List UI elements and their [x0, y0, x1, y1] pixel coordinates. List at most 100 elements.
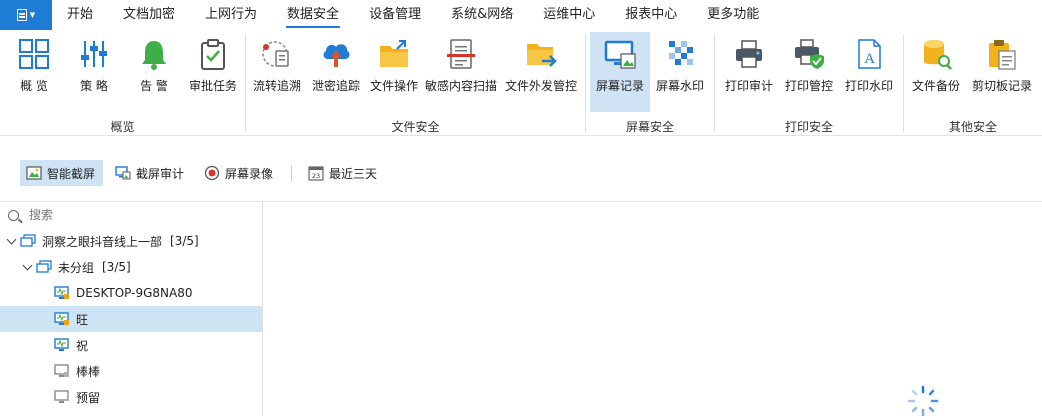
device-label: 旺: [76, 312, 89, 327]
menu-more-functions[interactable]: 更多功能: [692, 0, 774, 30]
policy-label: 策 略: [80, 79, 108, 93]
tree-device-item[interactable]: 棒棒: [0, 358, 262, 384]
group-label-file-security: 文件安全: [391, 120, 440, 134]
sensitive-scan-label: 敏感内容扫描: [424, 79, 497, 93]
overview-button[interactable]: 概 览: [10, 32, 58, 112]
smart-capture-label: 智能截屏: [47, 166, 96, 181]
group-label-other-security: 其他安全: [948, 120, 997, 134]
flow-trace-icon: [262, 41, 289, 67]
calendar-day-number: 23: [312, 172, 320, 180]
screen-watermark-button[interactable]: 屏幕水印: [652, 32, 708, 112]
app-menu-button[interactable]: ▼: [0, 0, 52, 30]
online-computer-icon: [54, 338, 69, 351]
database-search-icon: [924, 40, 952, 70]
svg-text:A: A: [864, 51, 875, 67]
screen-record-button[interactable]: 屏幕记录: [590, 32, 650, 112]
computer-group-icon: [36, 260, 52, 273]
group-label-print-security: 打印安全: [784, 120, 833, 134]
device-label: 祝: [76, 338, 89, 353]
print-audit-button[interactable]: 打印审计: [722, 32, 776, 112]
root-label: 洞察之眼抖音线上一部: [42, 234, 163, 249]
top-menu-bar: ▼ 开始 文档加密 上网行为 数据安全 设备管理 系统&网络 运维中心 报表中心…: [0, 0, 1042, 30]
alert-button[interactable]: 告 警: [130, 32, 178, 112]
root-count: [3/5]: [170, 234, 199, 248]
sensitive-scan-button[interactable]: 敏感内容扫描: [424, 32, 498, 112]
monitor-capture-icon: [115, 166, 131, 180]
tree-node-group[interactable]: 未分组 [3/5]: [0, 254, 262, 280]
chevron-down-icon[interactable]: [22, 262, 32, 272]
offline-computer-icon: [54, 390, 69, 403]
clipboard-record-button[interactable]: 剪切板记录: [970, 32, 1034, 112]
screen-video-button[interactable]: 屏幕录像: [198, 160, 281, 186]
screen-record-content: [264, 202, 1042, 416]
device-label: DESKTOP-9G8NA80: [76, 286, 193, 300]
flow-trace-button[interactable]: 流转追溯: [250, 32, 304, 112]
menu-device-management[interactable]: 设备管理: [354, 0, 436, 30]
menu-doc-encrypt[interactable]: 文档加密: [108, 0, 190, 30]
search-input[interactable]: [29, 208, 229, 222]
document-icon: [16, 9, 27, 21]
offline-computer-icon: [54, 364, 69, 377]
print-watermark-label: 打印水印: [844, 79, 893, 93]
caret-down-icon: ▼: [29, 11, 36, 19]
menu-data-security[interactable]: 数据安全: [272, 0, 354, 30]
online-computer-alert-icon: [54, 312, 69, 325]
menu-system-network[interactable]: 系统&网络: [436, 0, 528, 30]
group-label-screen-security: 屏幕安全: [625, 120, 674, 134]
alert-label: 告 警: [140, 79, 168, 93]
computer-group-icon: [20, 234, 36, 247]
bell-icon: [142, 41, 166, 70]
monitor-image-icon: [604, 40, 636, 69]
sliders-icon: [81, 41, 107, 67]
group-count: [3/5]: [102, 260, 131, 274]
menu-report-center[interactable]: 报表中心: [610, 0, 692, 30]
menu-start[interactable]: 开始: [52, 0, 108, 30]
policy-button[interactable]: 策 略: [70, 32, 118, 112]
screen-toolbar: 智能截屏 截屏审计 屏幕录像 23 最近三天: [0, 158, 1042, 188]
file-outbound-control-button[interactable]: 文件外发管控: [503, 32, 579, 112]
date-range-label: 最近三天: [329, 166, 378, 181]
device-tree-pane: 洞察之眼抖音线上一部 [3/5] 未分组 [3/5] DESKTOP-9G8NA…: [0, 202, 263, 416]
record-icon: [204, 165, 220, 181]
print-watermark-button[interactable]: A 打印水印: [842, 32, 896, 112]
device-label: 预留: [76, 390, 101, 405]
leak-trace-label: 泄密追踪: [311, 79, 360, 93]
menu-web-behavior[interactable]: 上网行为: [190, 0, 272, 30]
file-outbound-label: 文件外发管控: [504, 79, 577, 93]
clipboard-icon: [989, 40, 1016, 70]
leak-trace-button[interactable]: 泄密追踪: [309, 32, 363, 112]
flow-trace-label: 流转追溯: [252, 79, 301, 93]
cloud-upload-icon: [323, 44, 350, 67]
calendar-icon: 23: [308, 166, 324, 181]
printer-shield-icon: [795, 39, 824, 69]
file-backup-label: 文件备份: [911, 79, 960, 93]
tree-node-root[interactable]: 洞察之眼抖音线上一部 [3/5]: [0, 228, 262, 254]
image-icon: [26, 166, 42, 180]
date-range-button[interactable]: 23 最近三天: [302, 160, 385, 186]
file-backup-button[interactable]: 文件备份: [909, 32, 963, 112]
chevron-down-icon[interactable]: [6, 236, 16, 246]
file-operation-button[interactable]: 文件操作: [367, 32, 421, 112]
smart-capture-button[interactable]: 智能截屏: [20, 160, 104, 186]
print-control-button[interactable]: 打印管控: [782, 32, 836, 112]
overview-label: 概 览: [20, 79, 48, 93]
tree-device-item[interactable]: DESKTOP-9G8NA80: [0, 280, 262, 306]
capture-audit-label: 截屏审计: [136, 166, 185, 181]
search-icon: [8, 209, 19, 221]
document-scan-icon: [447, 39, 475, 69]
screen-record-label: 屏幕记录: [595, 79, 644, 93]
loading-spinner-icon: [907, 385, 939, 416]
tree-device-item-selected[interactable]: 旺: [0, 306, 262, 332]
menu-ops-center[interactable]: 运维中心: [528, 0, 610, 30]
print-audit-label: 打印审计: [724, 79, 773, 93]
clipboard-record-label: 剪切板记录: [971, 79, 1032, 93]
group-label: 未分组: [58, 260, 95, 275]
tree-device-item[interactable]: 预留: [0, 384, 262, 410]
printer-icon: [736, 40, 762, 68]
online-computer-alert-icon: [54, 286, 69, 299]
capture-audit-button[interactable]: 截屏审计: [109, 160, 192, 186]
tree-device-item[interactable]: 祝: [0, 332, 262, 358]
grid-icon: [19, 39, 49, 69]
file-operation-label: 文件操作: [369, 79, 418, 93]
approval-task-button[interactable]: 审批任务: [186, 32, 240, 112]
